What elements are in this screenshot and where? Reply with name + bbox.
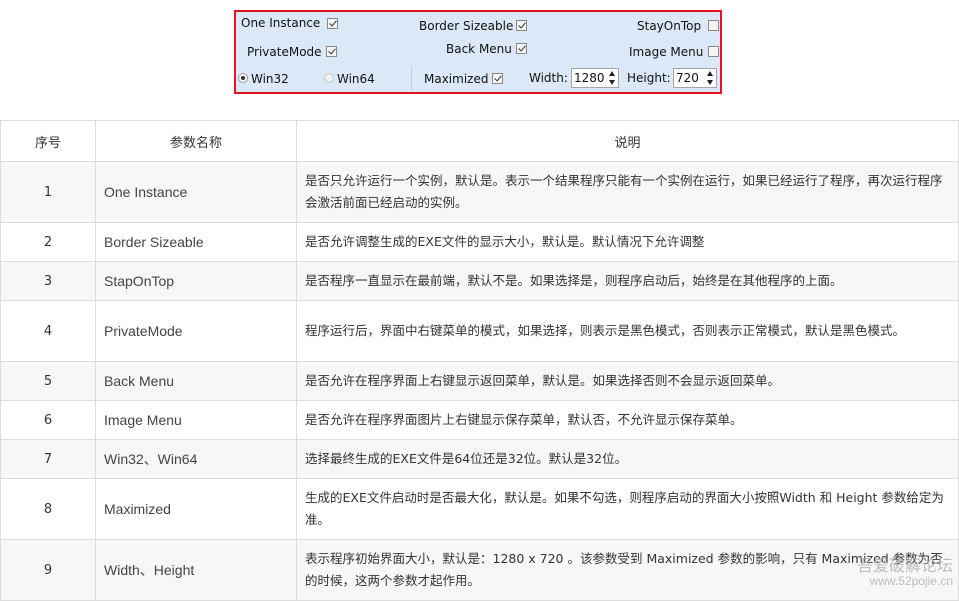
win32-label: Win32 <box>251 72 289 86</box>
height-spinbox[interactable]: 720 <box>673 68 717 88</box>
table-row: 1 One Instance 是否只允许运行一个实例，默认是。表示一个结果程序只… <box>0 161 959 223</box>
image-menu-checkbox[interactable] <box>708 46 719 57</box>
header-param-name: 参数名称 <box>95 120 297 162</box>
height-value[interactable]: 720 <box>676 71 699 85</box>
row-param-name: One Instance <box>95 161 297 223</box>
panel-divider <box>411 66 412 90</box>
options-panel: One Instance Border Sizeable StayOnTop P… <box>234 10 722 94</box>
table-row: 7 Win32、Win64 选择最终生成的EXE文件是64位还是32位。默认是3… <box>0 439 959 479</box>
private-mode-checkbox[interactable] <box>326 46 337 57</box>
row-param-name: StapOnTop <box>95 261 297 301</box>
row-param-name: Border Sizeable <box>95 222 297 262</box>
stay-on-top-label: StayOnTop <box>637 19 702 33</box>
table-row: 8 Maximized 生成的EXE文件启动时是否最大化，默认是。如果不勾选，则… <box>0 478 959 540</box>
row-index: 5 <box>0 361 96 401</box>
row-description: 是否程序一直显示在最前端，默认不是。如果选择是，则程序启动后，始终是在其他程序的… <box>296 261 959 301</box>
row-index: 3 <box>0 261 96 301</box>
row-description: 是否允许在程序界面上右键显示返回菜单，默认是。如果选择否则不会显示返回菜单。 <box>296 361 959 401</box>
stay-on-top-checkbox[interactable] <box>708 20 719 31</box>
row-param-name: Maximized <box>95 478 297 540</box>
one-instance-label: One Instance <box>241 16 321 30</box>
header-description: 说明 <box>296 120 959 162</box>
private-mode-label: PrivateMode <box>247 45 322 59</box>
spin-down-icon[interactable] <box>609 80 615 85</box>
row-index: 7 <box>0 439 96 479</box>
win64-label: Win64 <box>337 72 375 86</box>
row-description: 生成的EXE文件启动时是否最大化，默认是。如果不勾选，则程序启动的界面大小按照W… <box>296 478 959 540</box>
row-description: 是否允许调整生成的EXE文件的显示大小，默认是。默认情况下允许调整 <box>296 222 959 262</box>
spin-down-icon[interactable] <box>707 80 713 85</box>
width-value[interactable]: 1280 <box>574 71 605 85</box>
table-row: 6 Image Menu 是否允许在程序界面图片上右键显示保存菜单，默认否，不允… <box>0 400 959 440</box>
maximized-checkbox[interactable] <box>492 73 503 84</box>
table-row: 2 Border Sizeable 是否允许调整生成的EXE文件的显示大小，默认… <box>0 222 959 262</box>
header-index: 序号 <box>0 120 96 162</box>
spin-up-icon[interactable] <box>609 71 615 76</box>
border-sizeable-checkbox[interactable] <box>516 20 527 31</box>
width-spinbox[interactable]: 1280 <box>571 68 619 88</box>
width-label: Width: <box>529 71 568 85</box>
row-param-name: Win32、Win64 <box>95 439 297 479</box>
row-param-name: PrivateMode <box>95 300 297 362</box>
table-row: 5 Back Menu 是否允许在程序界面上右键显示返回菜单，默认是。如果选择否… <box>0 361 959 401</box>
table-header-row: 序号 参数名称 说明 <box>0 120 959 162</box>
row-index: 6 <box>0 400 96 440</box>
one-instance-checkbox[interactable] <box>327 18 338 29</box>
row-description: 选择最终生成的EXE文件是64位还是32位。默认是32位。 <box>296 439 959 479</box>
win64-radio[interactable] <box>324 73 334 83</box>
watermark-url: www.52pojie.cn <box>869 574 953 588</box>
image-menu-label: Image Menu <box>629 45 704 59</box>
row-param-name: Width、Height <box>95 539 297 601</box>
win32-radio[interactable] <box>238 73 248 83</box>
height-spin-arrows[interactable] <box>706 70 715 86</box>
table-row: 4 PrivateMode 程序运行后，界面中右键菜单的模式，如果选择，则表示是… <box>0 300 959 362</box>
row-description: 程序运行后，界面中右键菜单的模式，如果选择，则表示是黑色模式，否则表示正常模式，… <box>296 300 959 362</box>
width-spin-arrows[interactable] <box>608 70 617 86</box>
watermark-title: 吾爱破解论坛 <box>856 558 953 575</box>
border-sizeable-label: Border Sizeable <box>419 19 514 33</box>
table-row: 3 StapOnTop 是否程序一直显示在最前端，默认不是。如果选择是，则程序启… <box>0 261 959 301</box>
row-index: 1 <box>0 161 96 223</box>
back-menu-label: Back Menu <box>446 42 512 56</box>
row-index: 9 <box>0 539 96 601</box>
parameter-table: 序号 参数名称 说明 1 One Instance 是否只允许运行一个实例，默认… <box>0 120 959 601</box>
row-description: 是否只允许运行一个实例，默认是。表示一个结果程序只能有一个实例在运行，如果已经运… <box>296 161 959 223</box>
row-description: 是否允许在程序界面图片上右键显示保存菜单，默认否，不允许显示保存菜单。 <box>296 400 959 440</box>
row-index: 2 <box>0 222 96 262</box>
row-param-name: Back Menu <box>95 361 297 401</box>
row-index: 8 <box>0 478 96 540</box>
row-param-name: Image Menu <box>95 400 297 440</box>
row-index: 4 <box>0 300 96 362</box>
back-menu-checkbox[interactable] <box>516 43 527 54</box>
maximized-label: Maximized <box>424 72 489 86</box>
spin-up-icon[interactable] <box>707 71 713 76</box>
height-label: Height: <box>627 71 671 85</box>
table-row: 9 Width、Height 表示程序初始界面大小，默认是：1280 x 720… <box>0 539 959 601</box>
